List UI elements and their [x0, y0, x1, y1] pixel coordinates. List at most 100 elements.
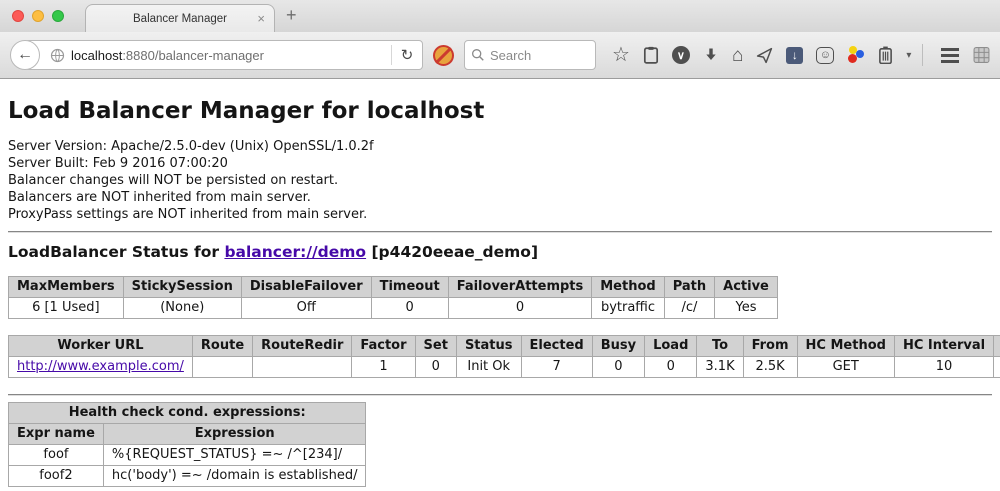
balancer-data-row: 6 [1 Used] (None) Off 0 0 bytraffic /c/ …: [9, 298, 778, 319]
chat-smiley-icon[interactable]: ☺: [816, 47, 834, 64]
col-disablefailover: DisableFailover: [241, 277, 371, 298]
cell-worker-url: http://www.example.com/: [9, 357, 193, 378]
bookmark-star-icon[interactable]: ☆: [612, 45, 630, 65]
titlebar: Balancer Manager × +: [0, 0, 1000, 32]
col-hc-interval: HC Interval: [894, 336, 993, 357]
worker-data-row: http://www.example.com/ 1 0 Init Ok 7 0 …: [9, 357, 1000, 378]
balancer-table: MaxMembers StickySession DisableFailover…: [8, 276, 778, 319]
cell-hc-method: GET: [797, 357, 894, 378]
cell-factor: 1: [352, 357, 415, 378]
cell-from: 2.5K: [743, 357, 797, 378]
status-prefix: LoadBalancer Status for: [8, 243, 224, 261]
browser-chrome: Balancer Manager × + ← localhost:8880/ba…: [0, 0, 1000, 79]
url-path: :8880/balancer-manager: [122, 48, 264, 63]
zoom-window-button[interactable]: [52, 10, 64, 22]
col-status: Status: [456, 336, 521, 357]
cell-load: 0: [645, 357, 697, 378]
cell-status: Init Ok: [456, 357, 521, 378]
col-factor: Factor: [352, 336, 415, 357]
navigation-toolbar: ← localhost:8880/balancer-manager ↻ ☆ ∨: [0, 32, 1000, 79]
content-blocker-icon[interactable]: [433, 45, 454, 66]
col-load: Load: [645, 336, 697, 357]
col-set: Set: [415, 336, 456, 357]
horizontal-rule: [8, 231, 992, 233]
cell-path: /c/: [664, 298, 714, 319]
extension-grid-icon[interactable]: [973, 46, 990, 64]
inherit-note-line: Balancers are NOT inherited from main se…: [8, 189, 992, 206]
cell-expression: %{REQUEST_STATUS} =~ /^[234]/: [103, 445, 366, 466]
browser-tab[interactable]: Balancer Manager ×: [85, 4, 275, 32]
cell-hc-interval: 10: [894, 357, 993, 378]
cell-stickysession: (None): [123, 298, 241, 319]
new-tab-button[interactable]: +: [286, 5, 297, 26]
cell-maxmembers: 6 [1 Used]: [9, 298, 124, 319]
toolbar-right-group: [918, 44, 990, 66]
container-battery-icon[interactable]: [878, 46, 893, 64]
col-worker-url: Worker URL: [9, 336, 193, 357]
toolbar-divider: [922, 44, 923, 66]
col-hc-method: HC Method: [797, 336, 894, 357]
health-check-table: Health check cond. expressions: Expr nam…: [8, 402, 366, 487]
col-passes: Passes: [994, 336, 1000, 357]
health-data-row: foof2 hc('body') =~ /domain is establish…: [9, 466, 366, 487]
close-window-button[interactable]: [12, 10, 24, 22]
horizontal-rule: [8, 394, 992, 396]
cell-set: 0: [415, 357, 456, 378]
col-timeout: Timeout: [371, 277, 448, 298]
cell-timeout: 0: [371, 298, 448, 319]
cell-active: Yes: [715, 298, 778, 319]
server-built-line: Server Built: Feb 9 2016 07:00:20: [8, 155, 992, 172]
reload-icon[interactable]: ↻: [392, 46, 422, 64]
cell-expression: hc('body') =~ /domain is established/: [103, 466, 366, 487]
cell-to: 3.1K: [697, 357, 743, 378]
balancer-demo-link[interactable]: balancer://demo: [224, 243, 366, 261]
clipboard-icon[interactable]: [643, 46, 659, 64]
cell-elected: 7: [521, 357, 592, 378]
col-stickysession: StickySession: [123, 277, 241, 298]
col-active: Active: [715, 277, 778, 298]
health-header-row: Expr name Expression: [9, 424, 366, 445]
minimize-window-button[interactable]: [32, 10, 44, 22]
col-method: Method: [592, 277, 664, 298]
server-info: Server Version: Apache/2.5.0-dev (Unix) …: [8, 138, 992, 223]
url-bar[interactable]: localhost:8880/balancer-manager ↻: [25, 40, 423, 70]
health-data-row: foof %{REQUEST_STATUS} =~ /^[234]/: [9, 445, 366, 466]
video-download-icon[interactable]: ↓: [786, 47, 803, 64]
colorpicker-dots-icon[interactable]: [847, 46, 865, 64]
back-button[interactable]: ←: [10, 40, 40, 70]
url-text: localhost:8880/balancer-manager: [71, 48, 391, 63]
pocket-icon[interactable]: ∨: [672, 46, 690, 64]
col-to: To: [697, 336, 743, 357]
download-icon[interactable]: [703, 47, 719, 63]
toolbar-icons: ☆ ∨ ⌂ ↓ ☺ ▾: [612, 45, 911, 65]
cell-expr-name: foof: [9, 445, 104, 466]
cell-method: bytraffic: [592, 298, 664, 319]
page-title: Load Balancer Manager for localhost: [8, 98, 992, 124]
globe-icon: [50, 48, 65, 63]
cell-passes: 1 (0): [994, 357, 1000, 378]
search-input[interactable]: [490, 48, 580, 63]
send-plane-icon[interactable]: [756, 47, 773, 64]
search-icon: [471, 48, 485, 62]
worker-table: Worker URL Route RouteRedir Factor Set S…: [8, 335, 1000, 378]
col-expr-name: Expr name: [9, 424, 104, 445]
health-title-row: Health check cond. expressions:: [9, 403, 366, 424]
balancer-status-heading: LoadBalancer Status for balancer://demo …: [8, 243, 992, 261]
page-content: Load Balancer Manager for localhost Serv…: [0, 98, 1000, 491]
balancer-header-row: MaxMembers StickySession DisableFailover…: [9, 277, 778, 298]
search-bar[interactable]: [464, 40, 596, 70]
home-icon[interactable]: ⌂: [732, 46, 743, 65]
health-table-title: Health check cond. expressions:: [9, 403, 366, 424]
close-tab-icon[interactable]: ×: [257, 11, 265, 26]
cell-disablefailover: Off: [241, 298, 371, 319]
menu-hamburger-icon[interactable]: [941, 48, 959, 63]
col-path: Path: [664, 277, 714, 298]
col-busy: Busy: [592, 336, 644, 357]
col-routeredir: RouteRedir: [253, 336, 352, 357]
cell-busy: 0: [592, 357, 644, 378]
worker-header-row: Worker URL Route RouteRedir Factor Set S…: [9, 336, 1000, 357]
url-domain: localhost: [71, 48, 122, 63]
worker-url-link[interactable]: http://www.example.com/: [17, 359, 184, 374]
col-from: From: [743, 336, 797, 357]
dropdown-caret-icon[interactable]: ▾: [906, 50, 911, 61]
